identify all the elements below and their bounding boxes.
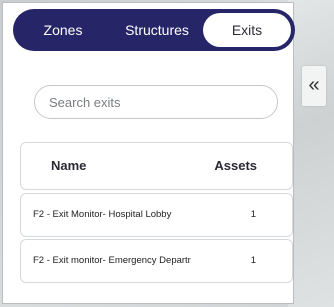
exit-assets-count: 1: [250, 255, 256, 266]
map-area[interactable]: [288, 0, 334, 307]
table-header: Name Assets: [20, 142, 293, 190]
table-row[interactable]: F2 - Exit monitor- Emergency Departr 1: [20, 239, 293, 283]
column-header-name: Name: [51, 158, 87, 173]
side-panel: Zones Structures Exits Name Assets F2 - …: [2, 2, 295, 304]
tab-zones[interactable]: Zones: [13, 9, 113, 51]
double-chevron-left-icon: «: [308, 74, 320, 96]
tab-bar: Zones Structures Exits: [13, 9, 295, 51]
tab-exits[interactable]: Exits: [203, 13, 291, 47]
exit-assets-count: 1: [250, 209, 256, 220]
exit-name: F2 - Exit monitor- Emergency Departr: [33, 255, 191, 266]
table-row[interactable]: F2 - Exit Monitor- Hospital Lobby 1: [20, 193, 293, 237]
tab-structures[interactable]: Structures: [113, 9, 201, 51]
exit-name: F2 - Exit Monitor- Hospital Lobby: [33, 209, 172, 220]
search-input[interactable]: [34, 85, 278, 119]
column-header-assets: Assets: [214, 158, 257, 173]
collapse-panel-button[interactable]: «: [302, 66, 326, 106]
